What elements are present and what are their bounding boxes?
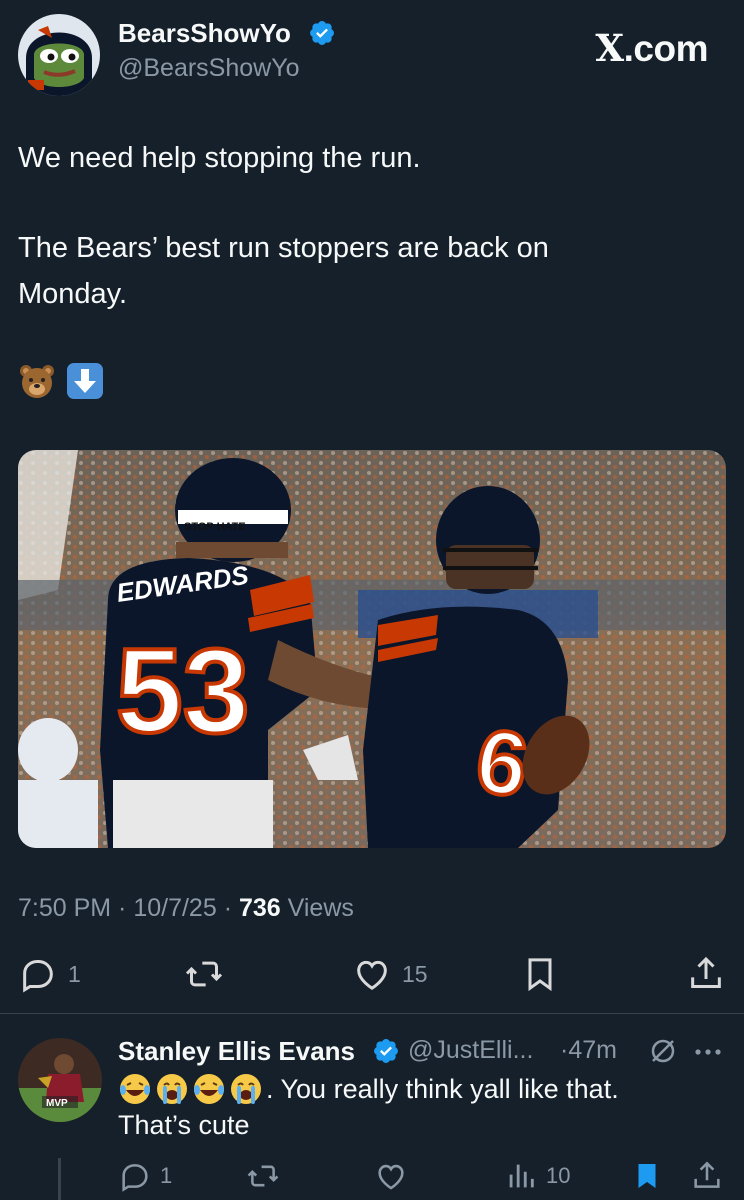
reply-button[interactable]: 1 xyxy=(18,952,81,996)
bookmark-icon xyxy=(528,958,552,992)
bookmark-filled-icon xyxy=(638,1163,656,1189)
grok-icon[interactable] xyxy=(648,1036,678,1066)
tweet-photo[interactable]: EDWARDS 53 STOP HATE 6 xyxy=(18,450,726,848)
laughing-crying-face-icon xyxy=(194,1074,224,1104)
thread-connector xyxy=(58,1158,61,1200)
reply-reply-count: 1 xyxy=(160,1163,173,1188)
tweet-text-line: Monday. xyxy=(18,278,128,310)
share-button[interactable] xyxy=(686,952,726,996)
verified-badge-icon xyxy=(310,21,334,45)
down-arrow-icon xyxy=(67,363,104,399)
reply-time-value: 47m xyxy=(568,1036,617,1064)
author-avatar[interactable] xyxy=(18,14,100,96)
retweet-button[interactable] xyxy=(184,952,224,996)
reply-views-count: 10 xyxy=(546,1163,571,1188)
tweet-text-line: The Bears’ best run stoppers are back on xyxy=(18,232,549,264)
reply-bookmark-button[interactable] xyxy=(630,1156,664,1196)
reply-display-name[interactable]: Stanley Ellis Evans xyxy=(118,1036,355,1067)
reply-author-avatar[interactable]: MVP xyxy=(18,1038,102,1122)
retweet-icon xyxy=(185,961,223,987)
reply-retweet-button[interactable] xyxy=(246,1156,280,1196)
tweet-date[interactable]: 10/7/25 xyxy=(133,894,216,922)
tweet-time[interactable]: 7:50 PM xyxy=(18,894,111,922)
x-logo-letter: X xyxy=(595,26,624,70)
reply-count: 1 xyxy=(68,960,81,987)
bookmark-button[interactable] xyxy=(520,952,560,996)
divider xyxy=(0,1013,744,1014)
reply-icon xyxy=(23,960,53,993)
brand-domain: .com xyxy=(623,28,709,69)
author-handle[interactable]: @BearsShowYo xyxy=(118,54,300,83)
laughing-crying-face-icon xyxy=(120,1074,150,1104)
views-count: 736 xyxy=(238,894,281,922)
reply-icon xyxy=(122,1164,148,1192)
views-label: Views xyxy=(287,894,354,922)
tweet-meta: 7:50 PM · 10/7/25 · 736 Views xyxy=(18,894,354,922)
views-chart-icon xyxy=(509,1164,534,1188)
loudly-crying-face-icon xyxy=(157,1074,187,1104)
reply-views-button[interactable]: 10 xyxy=(504,1156,570,1196)
reply-like-button[interactable] xyxy=(374,1156,408,1196)
retweet-icon xyxy=(247,1165,279,1187)
more-options-icon[interactable] xyxy=(692,1040,724,1064)
heart-icon xyxy=(357,960,387,990)
reply-share-button[interactable] xyxy=(690,1156,724,1196)
loudly-crying-face-icon xyxy=(231,1074,261,1104)
helmet-tag: STOP HATE xyxy=(184,521,246,533)
bear-face-icon xyxy=(20,365,54,398)
tweet-emoji-row xyxy=(18,362,110,404)
reply-text-line: . You really think yall like that. xyxy=(118,1072,619,1106)
verified-badge-icon xyxy=(374,1039,398,1063)
author-display-name[interactable]: BearsShowYo xyxy=(118,18,291,49)
pepe-avatar-icon xyxy=(18,14,100,96)
reply-handle[interactable]: @JustElli... xyxy=(408,1036,533,1065)
jersey-number-53: 53 xyxy=(116,624,249,758)
share-icon xyxy=(691,956,721,988)
mvp-player-avatar-icon: MVP xyxy=(18,1038,102,1122)
x-com-watermark: X.com xyxy=(595,26,708,70)
heart-icon xyxy=(378,1164,404,1190)
bears-players-photo: EDWARDS 53 STOP HATE 6 xyxy=(18,450,726,848)
avatar-caption: MVP xyxy=(46,1098,68,1109)
share-icon xyxy=(694,1161,720,1188)
reply-text: . You really think yall like that. xyxy=(266,1073,619,1104)
reply-reply-button[interactable]: 1 xyxy=(118,1156,172,1196)
reply-text-line: That’s cute xyxy=(118,1110,250,1140)
like-count: 15 xyxy=(402,960,428,987)
like-button[interactable]: 15 xyxy=(352,952,428,996)
reply-time[interactable]: ·47m xyxy=(560,1036,617,1065)
tweet-text-line: We need help stopping the run. xyxy=(18,142,421,174)
